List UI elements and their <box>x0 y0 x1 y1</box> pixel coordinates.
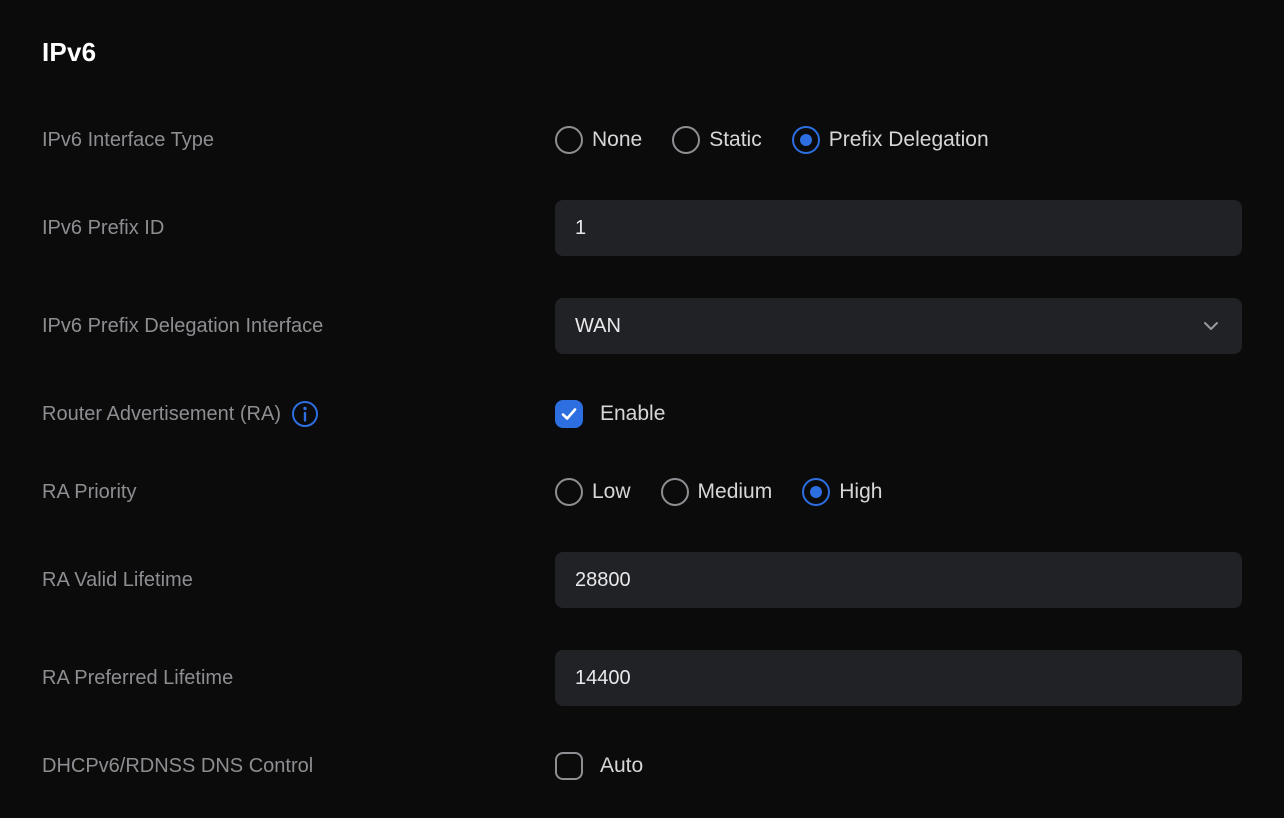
row-ra-valid-lifetime: RA Valid Lifetime <box>42 552 1242 608</box>
ipv6-pd-interface-label: IPv6 Prefix Delegation Interface <box>42 315 555 338</box>
row-ipv6-pd-interface: IPv6 Prefix Delegation Interface WAN <box>42 298 1242 354</box>
radio-option-static[interactable]: Static <box>672 126 762 154</box>
checkbox-icon[interactable] <box>555 400 583 428</box>
checkbox-label: Auto <box>600 754 643 778</box>
ipv6-interface-type-label: IPv6 Interface Type <box>42 129 555 152</box>
ra-priority-radio-group: Low Medium High <box>555 478 882 506</box>
ra-priority-label: RA Priority <box>42 481 555 504</box>
checkbox-label: Enable <box>600 402 665 426</box>
radio-option-high[interactable]: High <box>802 478 882 506</box>
selected-option-label: WAN <box>575 315 621 338</box>
chevron-down-icon <box>1200 315 1222 337</box>
radio-option-label: High <box>839 480 882 504</box>
router-advertisement-label: Router Advertisement (RA) <box>42 403 281 426</box>
radio-icon[interactable] <box>661 478 689 506</box>
radio-icon[interactable] <box>672 126 700 154</box>
check-icon <box>559 404 579 424</box>
row-ipv6-prefix-id: IPv6 Prefix ID <box>42 200 1242 256</box>
enable-ra-checkbox-option[interactable]: Enable <box>555 400 665 428</box>
section-title: IPv6 <box>42 36 1242 68</box>
radio-option-label: Static <box>709 128 762 152</box>
radio-icon[interactable] <box>555 126 583 154</box>
radio-option-label: Prefix Delegation <box>829 128 989 152</box>
ra-valid-lifetime-label: RA Valid Lifetime <box>42 569 555 592</box>
radio-option-none[interactable]: None <box>555 126 642 154</box>
radio-icon[interactable] <box>555 478 583 506</box>
ipv6-settings-section: IPv6 IPv6 Interface Type None Static Pre… <box>0 0 1284 784</box>
info-icon[interactable] <box>291 400 319 428</box>
ipv6-interface-type-radio-group: None Static Prefix Delegation <box>555 126 989 154</box>
row-router-advertisement: Router Advertisement (RA) Enable <box>42 396 1242 432</box>
row-ra-preferred-lifetime: RA Preferred Lifetime <box>42 650 1242 706</box>
radio-option-prefix-delegation[interactable]: Prefix Delegation <box>792 126 989 154</box>
radio-option-medium[interactable]: Medium <box>661 478 773 506</box>
radio-icon[interactable] <box>792 126 820 154</box>
row-ra-priority: RA Priority Low Medium High <box>42 474 1242 510</box>
row-ipv6-interface-type: IPv6 Interface Type None Static Prefix D… <box>42 122 1242 158</box>
radio-icon[interactable] <box>802 478 830 506</box>
radio-option-label: Medium <box>698 480 773 504</box>
dns-control-label: DHCPv6/RDNSS DNS Control <box>42 755 555 778</box>
ipv6-prefix-id-input[interactable] <box>555 200 1242 256</box>
radio-option-low[interactable]: Low <box>555 478 631 506</box>
checkbox-icon[interactable] <box>555 752 583 780</box>
ra-valid-lifetime-input[interactable] <box>555 552 1242 608</box>
radio-option-label: None <box>592 128 642 152</box>
auto-dns-checkbox-option[interactable]: Auto <box>555 752 643 780</box>
ipv6-pd-interface-select[interactable]: WAN <box>555 298 1242 354</box>
row-dns-control: DHCPv6/RDNSS DNS Control Auto <box>42 748 1242 784</box>
ra-preferred-lifetime-input[interactable] <box>555 650 1242 706</box>
radio-option-label: Low <box>592 480 631 504</box>
ipv6-prefix-id-label: IPv6 Prefix ID <box>42 217 555 240</box>
ra-preferred-lifetime-label: RA Preferred Lifetime <box>42 667 555 690</box>
